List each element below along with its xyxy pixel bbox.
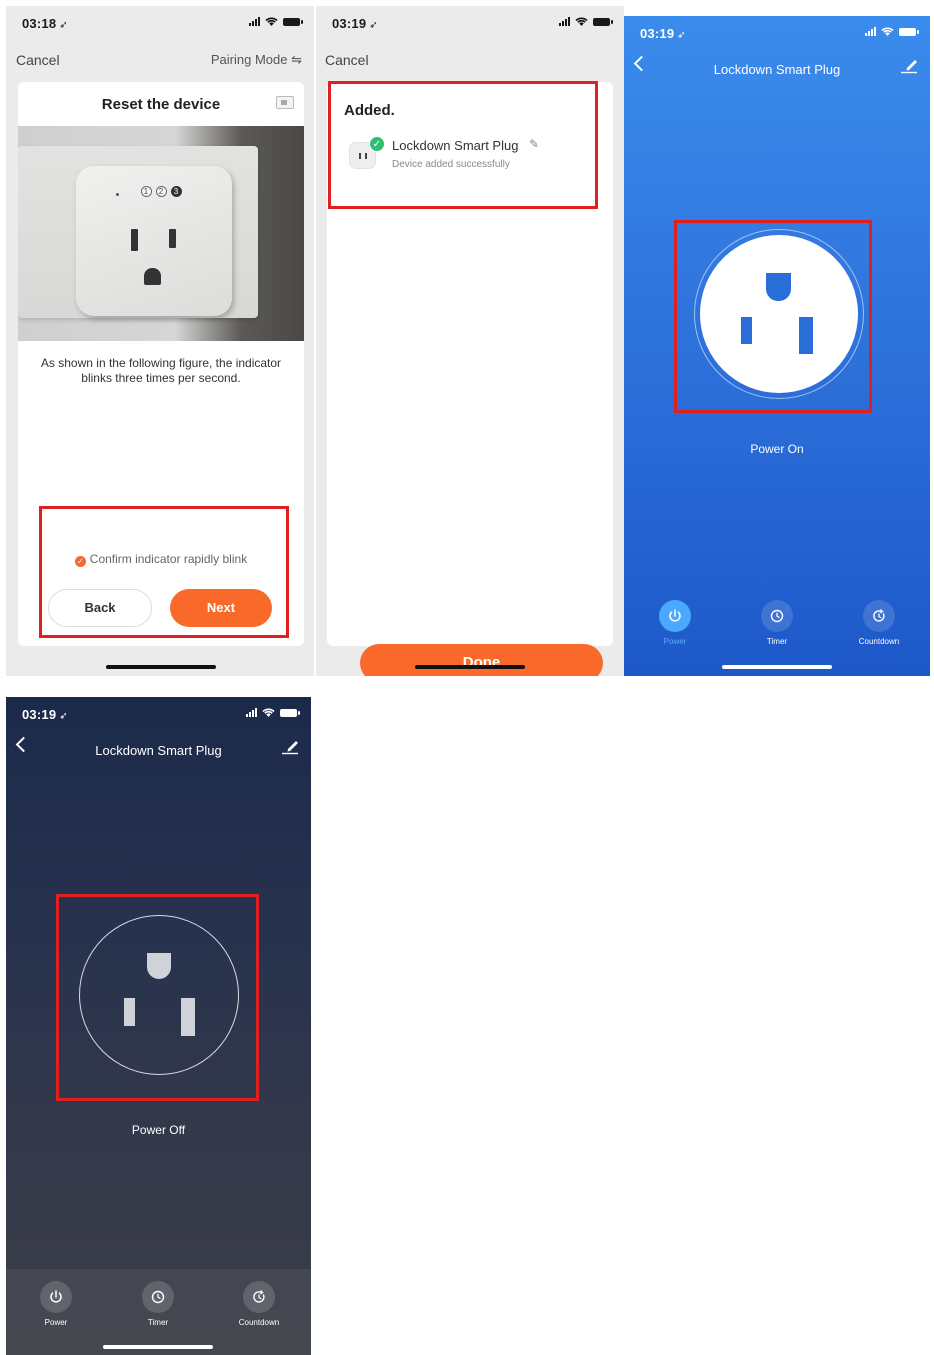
- home-indicator[interactable]: [103, 1345, 213, 1349]
- countdown-icon: [253, 1290, 265, 1303]
- done-button[interactable]: Done: [360, 644, 603, 676]
- neutral-slot: [741, 317, 752, 344]
- tab-label: Power: [44, 1318, 68, 1327]
- tab-label: Timer: [147, 1318, 169, 1327]
- power-off-screen: 03:19 ➶ Lockdown Smart Plug Power Off Pow…: [6, 697, 311, 1355]
- tab-label: Countdown: [238, 1318, 280, 1327]
- live-slot: [181, 998, 195, 1036]
- back-button[interactable]: Back: [48, 589, 152, 627]
- status-time: 03:19 ➶: [22, 707, 68, 722]
- status-bar: 03:19 ➶: [624, 16, 930, 52]
- wifi-icon: [575, 17, 588, 26]
- cancel-button[interactable]: Cancel: [16, 52, 60, 68]
- battery-icon: [593, 17, 613, 26]
- home-indicator[interactable]: [722, 665, 832, 669]
- tab-countdown[interactable]: Countdown: [844, 600, 914, 646]
- added-title: Added.: [344, 102, 395, 119]
- status-time: 03:18 ➶: [22, 16, 68, 31]
- location-arrow-icon: ➶: [677, 30, 686, 41]
- power-toggle-socket[interactable]: [694, 229, 864, 399]
- status-bar: 03:19 ➶: [6, 697, 311, 733]
- tab-label: Power: [663, 637, 687, 646]
- battery-icon: [899, 27, 919, 36]
- edit-pencil-icon[interactable]: [281, 737, 299, 755]
- signal-icon: [559, 17, 570, 26]
- page-title: Reset the device: [101, 96, 221, 113]
- tab-power[interactable]: Power: [640, 600, 710, 646]
- location-arrow-icon: ➶: [59, 20, 68, 31]
- countdown-icon: [873, 609, 885, 622]
- pairing-mode-button[interactable]: Pairing Mode ⇋: [211, 52, 302, 68]
- step-1: 1: [140, 186, 152, 197]
- power-state-label: Power On: [750, 442, 804, 456]
- power-on-screen: 03:19 ➶ Lockdown Smart Plug Power On Powe…: [624, 16, 930, 676]
- power-icon: [50, 1290, 62, 1303]
- reset-card: Reset the device 123 As shown in the fol…: [18, 82, 304, 646]
- status-time: 03:19 ➶: [332, 16, 378, 31]
- neutral-slot: [124, 998, 135, 1026]
- power-toggle-socket[interactable]: [79, 915, 239, 1075]
- added-card: Added. ✓ Lockdown Smart Plug ✎ Device ad…: [327, 82, 613, 676]
- location-arrow-icon: ➶: [369, 20, 378, 31]
- device-name: Lockdown Smart Plug: [392, 138, 519, 153]
- home-indicator[interactable]: [106, 665, 216, 669]
- tab-timer[interactable]: Timer: [123, 1281, 193, 1327]
- signal-icon: [246, 708, 257, 717]
- tab-power[interactable]: Power: [21, 1281, 91, 1327]
- reset-device-screen: 03:18 ➶ Cancel Pairing Mode ⇋ Reset the d…: [6, 6, 314, 676]
- device-added-screen: 03:19 ➶ Cancel Added. ✓ Lockdown Smart Pl…: [316, 6, 624, 676]
- cancel-button[interactable]: Cancel: [325, 52, 369, 68]
- battery-icon: [283, 17, 303, 26]
- next-button[interactable]: Next: [170, 589, 272, 627]
- wifi-icon: [265, 17, 278, 26]
- live-slot: [799, 317, 813, 354]
- tab-label: Timer: [766, 637, 788, 646]
- check-icon: ✓: [74, 556, 86, 567]
- tab-timer[interactable]: Timer: [742, 600, 812, 646]
- ground-slot: [766, 273, 791, 301]
- success-check-icon: ✓: [369, 136, 385, 152]
- power-state-label: Power Off: [131, 1123, 186, 1137]
- location-arrow-icon: ➶: [59, 711, 68, 722]
- device-title: Lockdown Smart Plug: [95, 743, 222, 758]
- signal-icon: [249, 17, 260, 26]
- status-bar: 03:18 ➶: [6, 6, 314, 42]
- step-2: 2: [155, 186, 167, 197]
- tab-countdown[interactable]: Countdown: [224, 1281, 294, 1327]
- step-3: 3: [170, 186, 182, 197]
- wifi-icon: [262, 708, 275, 717]
- battery-icon: [280, 708, 300, 717]
- ground-slot: [147, 953, 171, 979]
- status-bar: 03:19 ➶: [316, 6, 624, 42]
- status-time: 03:19 ➶: [640, 26, 686, 41]
- timer-icon: [770, 609, 784, 623]
- instruction-text: As shown in the following figure, the in…: [40, 356, 282, 385]
- edit-name-icon[interactable]: ✎: [529, 137, 539, 151]
- device-status: Device added successfully: [392, 159, 510, 170]
- device-reset-photo: 123: [18, 126, 304, 341]
- confirm-checkbox[interactable]: ✓ Confirm indicator rapidly blink: [18, 552, 304, 567]
- tab-label: Countdown: [858, 637, 900, 646]
- video-icon[interactable]: [276, 96, 294, 109]
- confirm-label: Confirm indicator rapidly blink: [89, 552, 248, 566]
- signal-icon: [865, 27, 876, 36]
- timer-icon: [151, 1290, 165, 1304]
- edit-pencil-icon[interactable]: [900, 56, 918, 74]
- step-indicator: 123: [18, 181, 304, 199]
- home-indicator[interactable]: [415, 665, 525, 669]
- device-title: Lockdown Smart Plug: [713, 62, 841, 77]
- power-icon: [669, 609, 681, 622]
- wifi-icon: [881, 27, 894, 36]
